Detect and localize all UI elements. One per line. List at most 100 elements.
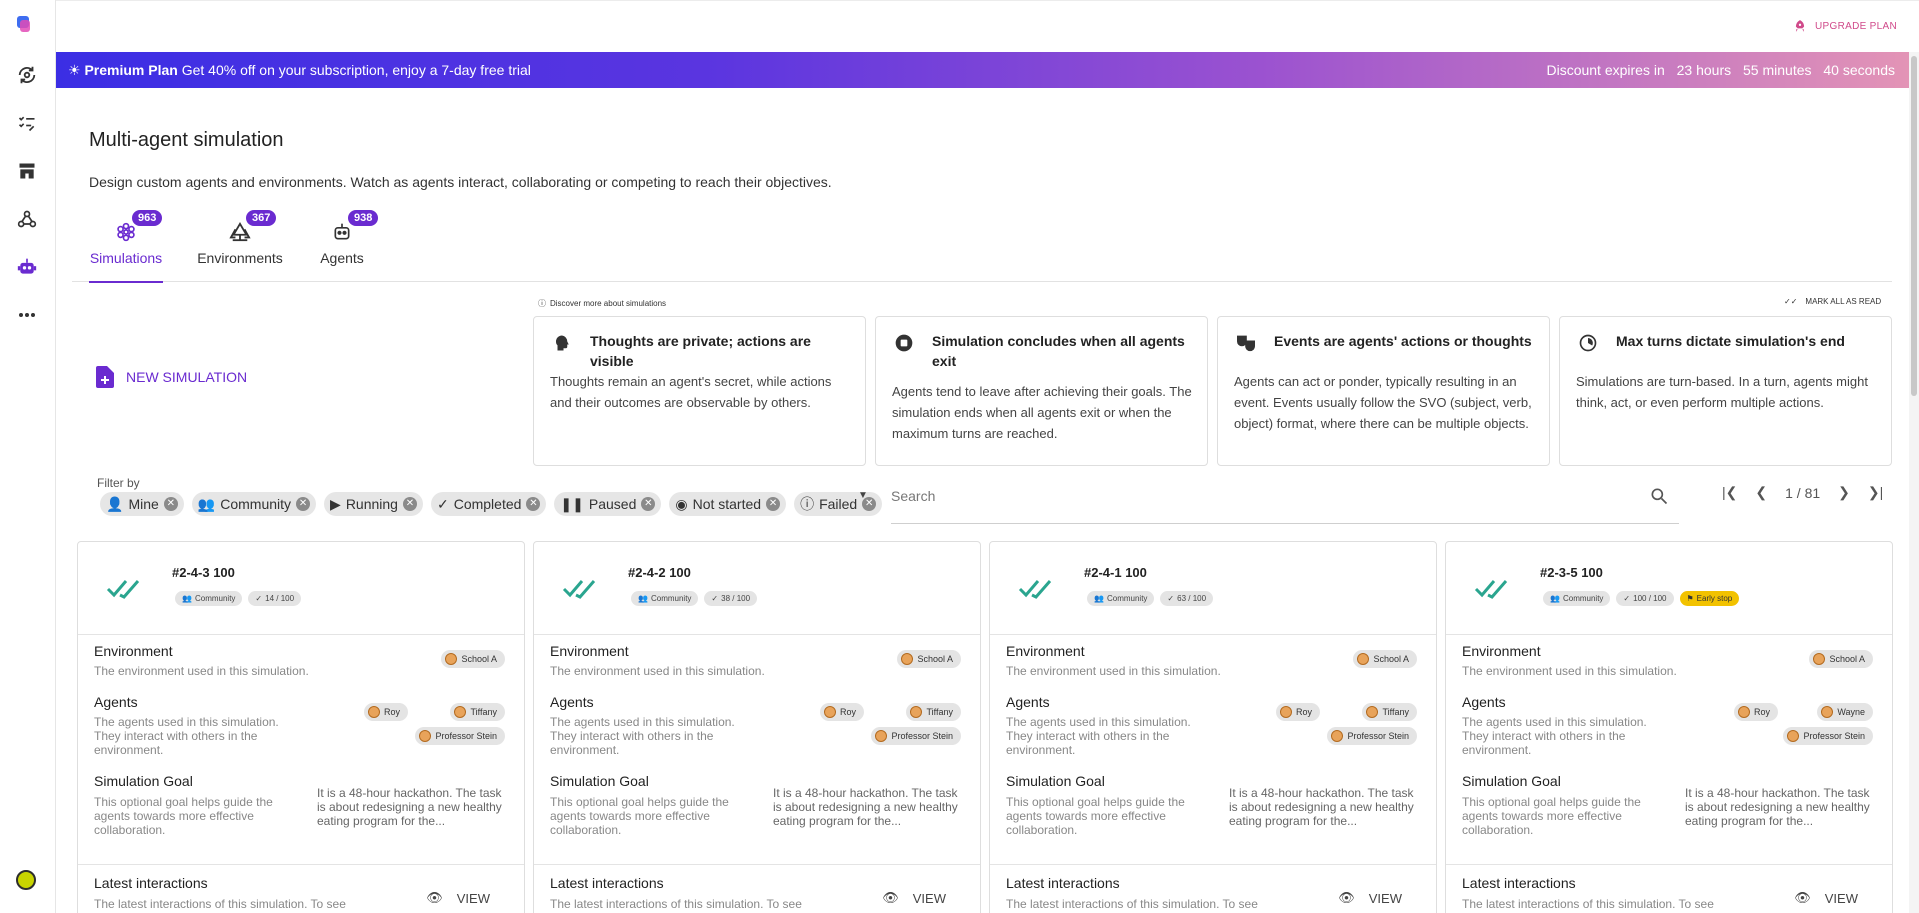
turns-tag: ✓ 63 / 100 (1160, 591, 1214, 606)
agent-avatar (419, 730, 432, 742)
pill-label: School A (1829, 654, 1865, 664)
view-button[interactable]: 👁 VIEW (882, 890, 946, 906)
environment-pill[interactable]: School A (897, 650, 961, 668)
agent-pill[interactable]: Professor Stein (415, 727, 505, 745)
checklist-icon[interactable] (14, 110, 40, 136)
webhook-icon[interactable] (14, 206, 40, 232)
error-icon: ⓘ (800, 496, 815, 512)
prev-page-icon[interactable]: ❮ (1755, 484, 1767, 501)
simulation-card[interactable]: #2-4-3 100 👥 Community ✓ 14 / 100 Environm… (77, 541, 525, 913)
double-check-icon (1018, 580, 1052, 599)
environment-title: Environment (94, 643, 173, 659)
community-tag: 👥 Community (175, 591, 243, 606)
refresh-cycle-icon[interactable] (14, 62, 40, 88)
agent-pill[interactable]: Roy (1275, 703, 1320, 721)
remove-icon[interactable]: ✕ (296, 497, 311, 511)
people-icon: 👥 (1094, 594, 1104, 603)
environment-title: Environment (1006, 643, 1085, 659)
more-icon[interactable] (14, 302, 40, 328)
agent-avatar (823, 706, 836, 718)
agent-pill[interactable]: Professor Stein (1327, 727, 1417, 745)
agents-desc: The agents used in this simulation. They… (1006, 715, 1191, 757)
environment-pill[interactable]: School A (441, 650, 505, 668)
latest-desc: The latest interactions of this simulati… (94, 897, 346, 911)
agent-pill[interactable]: Roy (363, 703, 408, 721)
simulation-card[interactable]: #2-4-2 100 👥 Community ✓ 38 / 100 Environm… (533, 541, 981, 913)
remove-icon[interactable]: ✕ (766, 497, 781, 511)
chip-mine[interactable]: 👤 Mine ✕ (100, 492, 184, 516)
turns-tag: ✓ 38 / 100 (704, 591, 758, 606)
search-icon[interactable] (1649, 486, 1669, 506)
agent-pill[interactable]: Wayne (1817, 703, 1873, 721)
agent-pill[interactable]: Professor Stein (871, 727, 961, 745)
simulation-card[interactable]: #2-4-1 100 👥 Community ✓ 63 / 100 Environm… (989, 541, 1437, 913)
agent-pill[interactable]: Roy (819, 703, 864, 721)
chip-not-started[interactable]: ◉ Not started ✕ (669, 492, 787, 516)
pill-label: Tiffany (1382, 707, 1409, 717)
environment-title: Environment (550, 643, 629, 659)
view-button[interactable]: 👁 VIEW (426, 890, 490, 906)
page-title: Multi-agent simulation (89, 129, 284, 151)
theater-masks-icon (1236, 333, 1256, 353)
remove-icon[interactable]: ✕ (402, 497, 417, 511)
environment-pill[interactable]: School A (1809, 650, 1873, 668)
environment-desc: The environment used in this simulation. (94, 664, 309, 678)
environment-avatar (1357, 653, 1370, 665)
filter-dropdown-icon[interactable]: ▼ (858, 490, 868, 501)
agent-pill[interactable]: Tiffany (906, 703, 961, 721)
chip-running[interactable]: ▶ Running ✕ (324, 492, 423, 516)
tab-environments[interactable]: 367 Environments (195, 210, 285, 282)
simulation-card[interactable]: #2-3-5 100 👥 Community ✓ 100 / 100 ⚑ Early … (1445, 541, 1893, 913)
tab-simulations[interactable]: 963 Simulations (89, 210, 163, 283)
next-page-icon[interactable]: ❯ (1838, 484, 1850, 501)
chip-completed[interactable]: ✓ Completed ✕ (430, 492, 547, 516)
tag-label: Community (194, 594, 236, 603)
mark-all-read-button[interactable]: ✓✓ MARK ALL AS READ (1784, 297, 1881, 306)
info-card: Thoughts are private; actions are visibl… (533, 316, 866, 466)
stop-circle-icon (894, 333, 914, 353)
double-check-icon (1474, 580, 1508, 599)
pill-label: Roy (383, 707, 400, 717)
agent-pill[interactable]: Roy (1733, 703, 1778, 721)
simulation-name: #2-4-3 100 (172, 565, 235, 580)
agents-desc: The agents used in this simulation. They… (1462, 715, 1647, 757)
latest-desc: The latest interactions of this simulati… (1006, 897, 1258, 911)
view-button[interactable]: 👁 VIEW (1338, 890, 1402, 906)
remove-icon[interactable]: ✕ (641, 497, 656, 511)
chip-label: Failed (819, 496, 858, 512)
chip-failed[interactable]: ⓘ Failed ✕ (794, 492, 883, 516)
goal-title: Simulation Goal (1462, 773, 1561, 789)
agent-avatar (1279, 706, 1292, 718)
agent-pill[interactable]: Professor Stein (1783, 727, 1873, 745)
store-icon[interactable] (14, 158, 40, 184)
tab-agents[interactable]: 938 Agents (312, 210, 379, 282)
promo-banner[interactable]: ☀ Premium Plan Get 40% off on your subsc… (56, 52, 1909, 88)
remove-icon[interactable]: ✕ (163, 497, 178, 511)
agent-pill[interactable]: Tiffany (1362, 703, 1417, 721)
tab-badge: 938 (348, 210, 379, 226)
robot-icon[interactable] (14, 254, 40, 280)
discover-link[interactable]: ⓘ Discover more about simulations (538, 298, 666, 309)
chip-paused[interactable]: ❚❚ Paused ✕ (554, 492, 662, 516)
vertical-scrollbar[interactable] (1909, 52, 1919, 913)
user-avatar[interactable] (16, 870, 36, 890)
remove-icon[interactable]: ✕ (526, 497, 541, 511)
upgrade-plan-button[interactable]: UPGRADE PLAN (1793, 19, 1897, 33)
robot-icon: 938 (330, 210, 379, 244)
goal-text: It is a 48-hour hackathon. The task is a… (1229, 786, 1414, 828)
chip-community[interactable]: 👥 Community ✕ (191, 492, 317, 516)
people-icon: 👥 (638, 594, 648, 603)
info-title: Simulation concludes when all agents exi… (932, 333, 1185, 369)
search-field[interactable]: Search (891, 482, 1679, 524)
new-simulation-button[interactable]: NEW SIMULATION (96, 366, 247, 388)
first-page-icon[interactable]: |❮ (1722, 484, 1737, 501)
tab-label: Environments (197, 250, 283, 266)
last-page-icon[interactable]: ❯| (1868, 484, 1883, 501)
environment-pill[interactable]: School A (1353, 650, 1417, 668)
info-title: Max turns dictate simulation's end (1616, 333, 1845, 349)
app-logo[interactable] (15, 15, 35, 35)
chip-label: Running (345, 496, 398, 512)
scrollbar-thumb[interactable] (1911, 56, 1917, 396)
agent-pill[interactable]: Tiffany (450, 703, 505, 721)
view-button[interactable]: 👁 VIEW (1794, 890, 1858, 906)
